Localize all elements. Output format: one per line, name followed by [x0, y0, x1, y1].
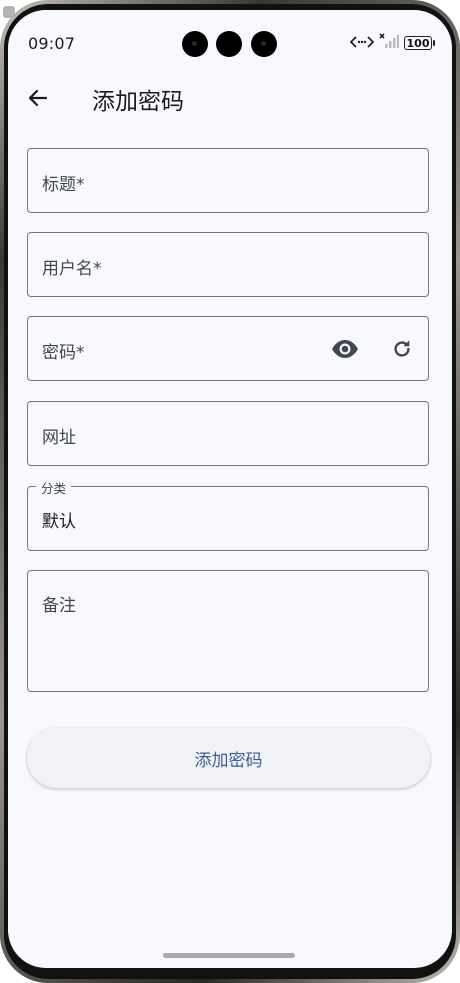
category-field-value: 默认 [42, 512, 76, 532]
home-indicator[interactable] [163, 953, 295, 958]
data-transfer-icon [349, 34, 375, 53]
signal-icon [379, 33, 399, 53]
camera-dot-icon [216, 31, 242, 57]
username-field-label: 用户名* [42, 259, 102, 279]
device-frame: 09:07 100 添加密码 标题* 用户名* 密码* 网址 分类 默认 备注 … [0, 0, 460, 983]
username-field[interactable]: 用户名* [27, 232, 429, 297]
status-icons: 100 [349, 33, 435, 53]
toggle-visibility-button[interactable] [331, 335, 359, 363]
add-password-button[interactable]: 添加密码 [27, 728, 430, 788]
camera-dot-icon [182, 31, 208, 57]
notes-field-label: 备注 [42, 596, 76, 616]
eye-icon [332, 340, 358, 358]
category-field-label: 分类 [36, 478, 72, 497]
notes-field[interactable]: 备注 [27, 570, 429, 692]
status-time: 09:07 [28, 34, 76, 53]
url-field[interactable]: 网址 [27, 401, 429, 466]
back-arrow-icon [28, 89, 48, 107]
refresh-icon [394, 340, 410, 357]
password-field[interactable]: 密码* [27, 316, 429, 381]
category-field[interactable]: 分类 默认 [27, 478, 429, 551]
camera-dot-icon [251, 31, 277, 57]
url-field-label: 网址 [42, 428, 76, 448]
status-bar: 09:07 100 [8, 10, 452, 57]
password-field-label: 密码* [42, 343, 85, 363]
page-title: 添加密码 [92, 89, 184, 115]
generate-password-button[interactable] [388, 335, 416, 363]
screen: 09:07 100 添加密码 标题* 用户名* 密码* 网址 分类 默认 备注 … [8, 10, 452, 968]
title-field[interactable]: 标题* [27, 148, 429, 213]
app-bar: 添加密码 [8, 70, 452, 126]
title-field-label: 标题* [42, 175, 85, 195]
back-button[interactable] [20, 80, 56, 116]
battery-icon: 100 [404, 36, 435, 50]
